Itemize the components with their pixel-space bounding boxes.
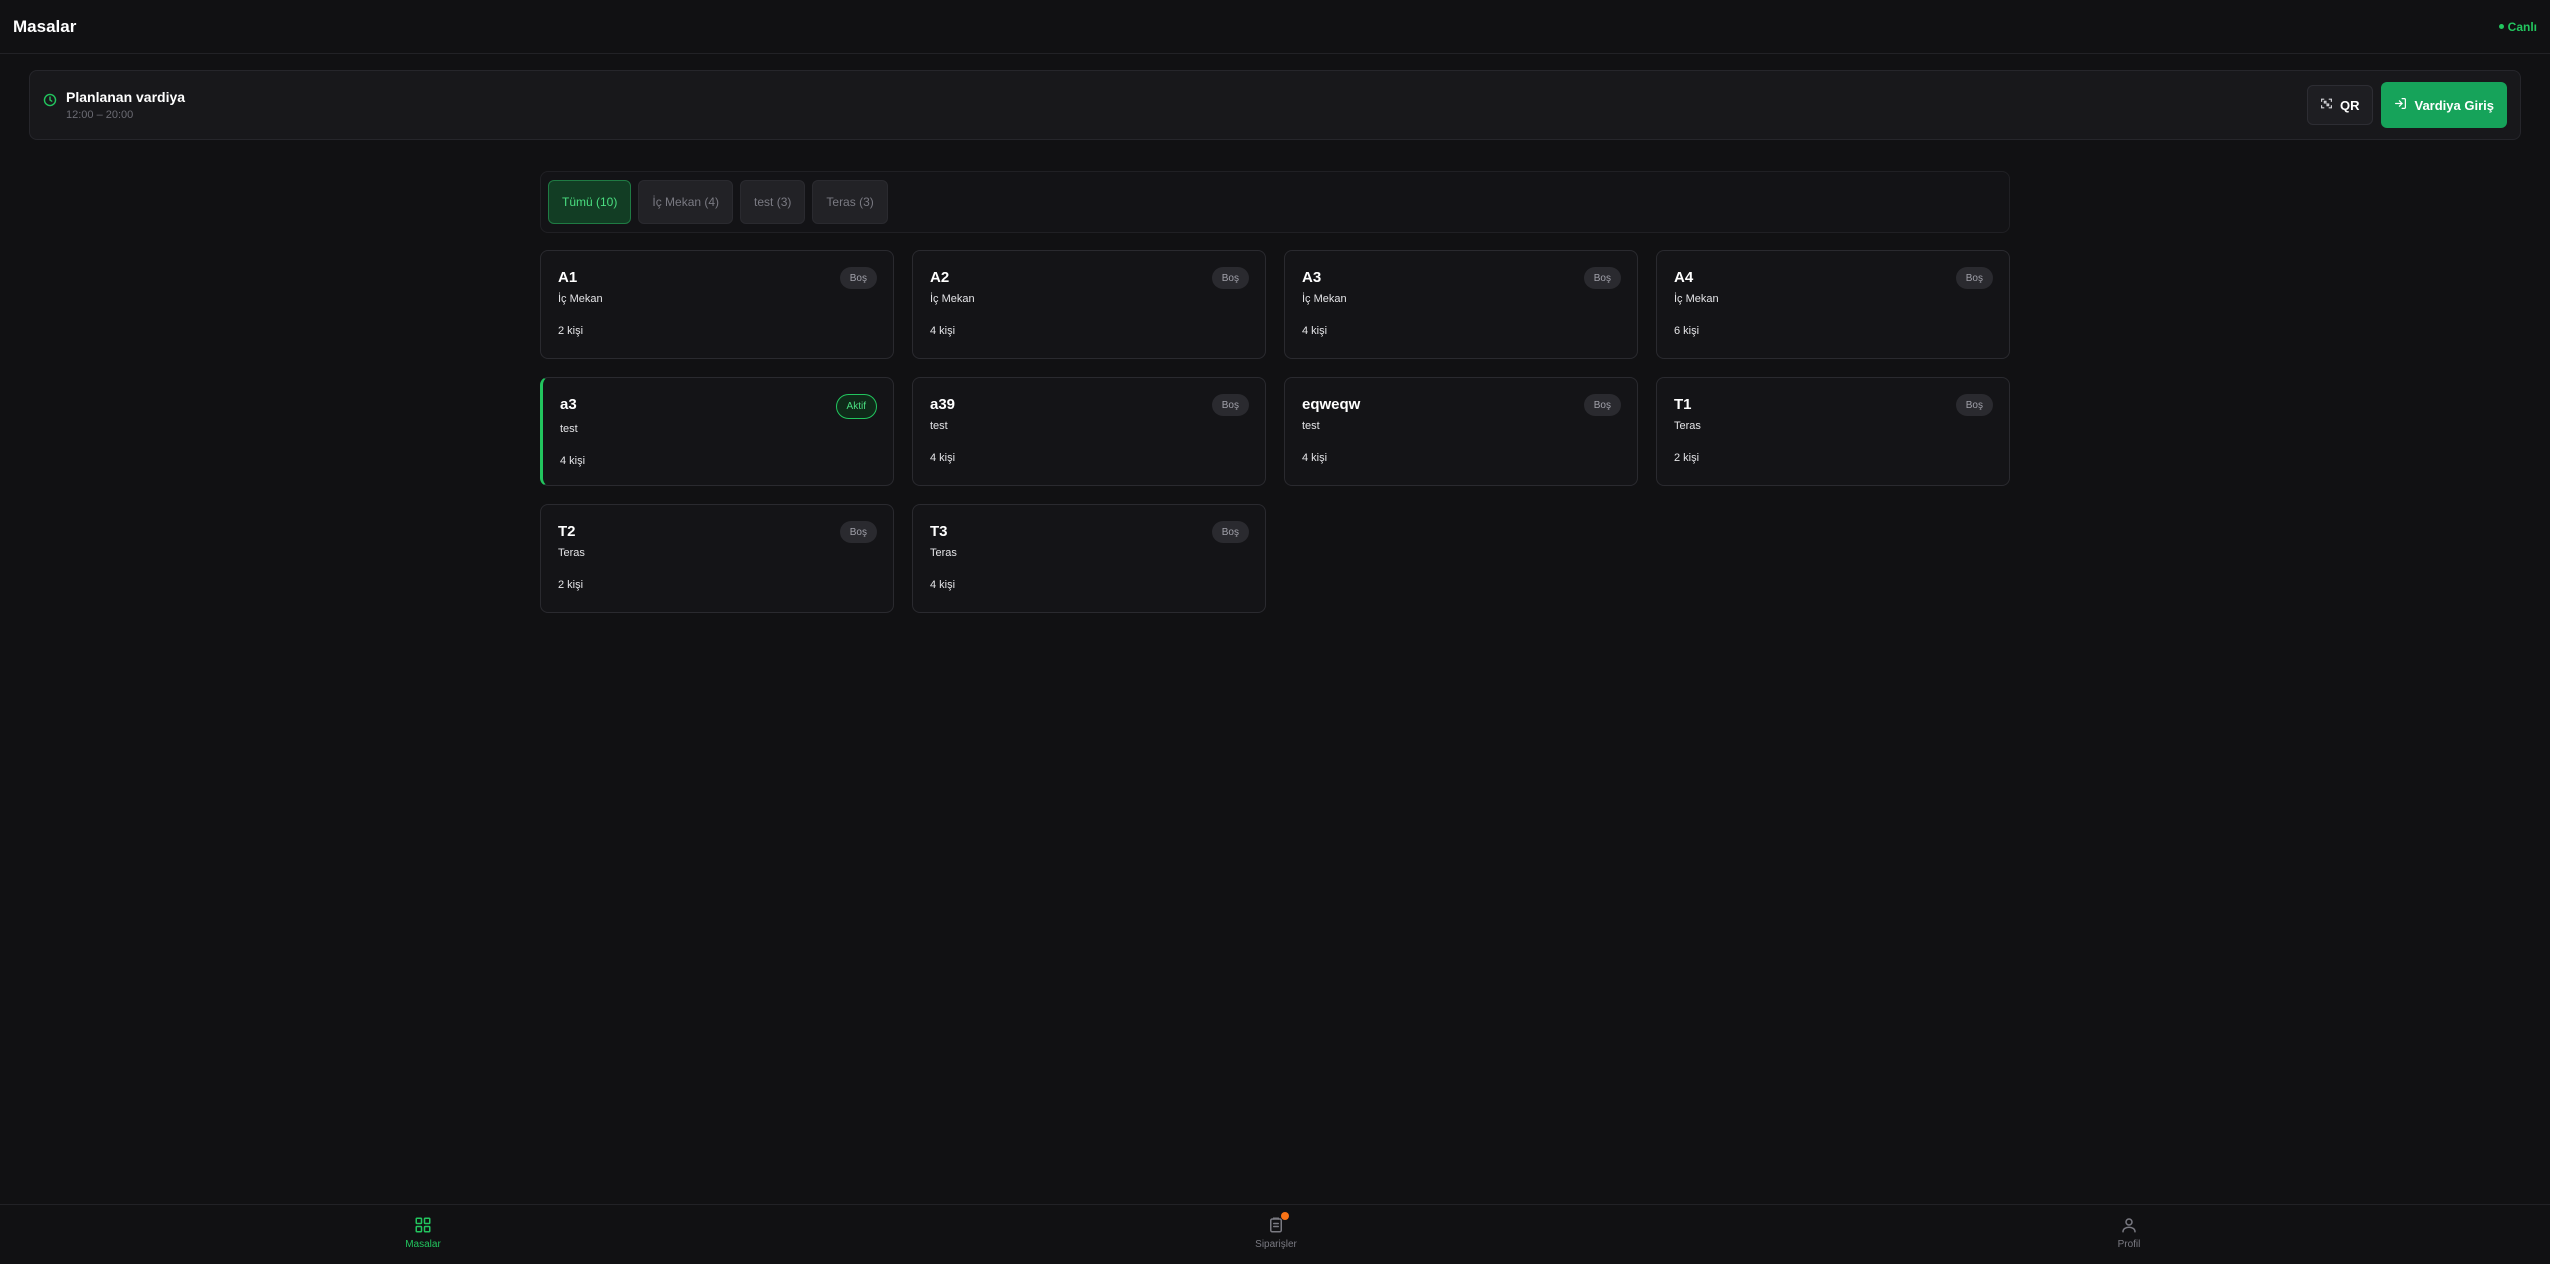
table-capacity: 4 kişi — [560, 455, 586, 467]
table-card-a2[interactable]: A2 Boş İç Mekan 4 kişi — [912, 250, 1266, 359]
table-capacity: 4 kişi — [1302, 452, 1328, 464]
nav-tables-label: Masalar — [405, 1239, 441, 1250]
table-card-a4[interactable]: A4 Boş İç Mekan 6 kişi — [1656, 250, 2010, 359]
table-zone: İç Mekan — [558, 293, 603, 305]
clipboard-icon — [1267, 1212, 1289, 1234]
shift-enter-button[interactable]: Vardiya Giriş — [2380, 82, 2507, 128]
status-badge: Boş — [1211, 267, 1249, 289]
table-name: a39 — [930, 396, 956, 413]
status-badge: Aktif — [835, 394, 877, 419]
filter-chip-teras[interactable]: Teras (3) — [812, 180, 888, 224]
shift-title: Planlanan vardiya — [66, 89, 186, 105]
tables-grid: A1 Boş İç Mekan 2 kişi A2 Boş İç Mekan 4 k… — [540, 250, 2010, 613]
qr-scan-icon — [2320, 97, 2333, 113]
table-capacity: 4 kişi — [1302, 325, 1328, 337]
clock-icon — [43, 93, 57, 112]
table-zone: İç Mekan — [1302, 293, 1347, 305]
zone-filter-bar: Tümü (10) İç Mekan (4) test (3) Teras (3… — [540, 171, 2010, 233]
shift-panel: Planlanan vardiya 12:00 – 20:00 QR Vardi… — [29, 70, 2521, 140]
table-name: A4 — [1674, 269, 1694, 286]
table-card-t2[interactable]: T2 Boş Teras 2 kişi — [540, 504, 894, 613]
table-zone: test — [930, 420, 948, 432]
nav-tab-tables[interactable]: Masalar — [363, 1216, 483, 1250]
table-zone: İç Mekan — [930, 293, 975, 305]
user-icon — [2120, 1216, 2138, 1234]
table-card-a39[interactable]: a39 Boş test 4 kişi — [912, 377, 1266, 486]
table-zone: Teras — [558, 547, 585, 559]
table-capacity: 4 kişi — [930, 579, 956, 591]
qr-button-label: QR — [2340, 97, 2360, 113]
filter-chip-ic-mekan[interactable]: İç Mekan (4) — [638, 180, 734, 224]
table-name: A2 — [930, 269, 950, 286]
grid-icon — [414, 1216, 432, 1234]
nav-tab-profile[interactable]: Profil — [2069, 1216, 2189, 1250]
status-badge: Boş — [1955, 394, 1993, 416]
qr-button[interactable]: QR — [2307, 85, 2373, 125]
nav-tab-orders[interactable]: Siparişler — [1216, 1212, 1336, 1250]
table-name: T2 — [558, 523, 576, 540]
table-capacity: 2 kişi — [558, 579, 584, 591]
nav-profile-label: Profil — [2117, 1239, 2141, 1250]
live-dot-icon — [2498, 24, 2504, 29]
live-label: Canlı — [2507, 19, 2537, 34]
status-badge: Boş — [839, 267, 877, 289]
table-card-a3-upper[interactable]: A3 Boş İç Mekan 4 kişi — [1284, 250, 1638, 359]
top-bar: Masalar Canlı — [0, 0, 2550, 54]
login-icon — [2394, 97, 2407, 113]
shift-time: 12:00 – 20:00 — [66, 109, 134, 121]
table-capacity: 4 kişi — [930, 325, 956, 337]
table-card-a1[interactable]: A1 Boş İç Mekan 2 kişi — [540, 250, 894, 359]
table-name: a3 — [560, 396, 577, 413]
page-title: Masalar — [13, 16, 77, 36]
filter-chip-all[interactable]: Tümü (10) — [548, 180, 632, 224]
table-capacity: 2 kişi — [1674, 452, 1700, 464]
status-badge: Boş — [1955, 267, 1993, 289]
nav-orders-label: Siparişler — [1255, 1239, 1297, 1250]
table-card-a3-active[interactable]: a3 Aktif test 4 kişi — [540, 377, 894, 486]
shift-actions: QR Vardiya Giriş — [2307, 82, 2507, 128]
table-zone: test — [560, 423, 578, 435]
table-name: eqweqw — [1302, 396, 1361, 413]
table-name: T3 — [930, 523, 948, 540]
table-card-eqweqw[interactable]: eqweqw Boş test 4 kişi — [1284, 377, 1638, 486]
table-capacity: 2 kişi — [558, 325, 584, 337]
status-badge: Boş — [1583, 394, 1621, 416]
status-badge: Boş — [1211, 521, 1249, 543]
filter-chip-test[interactable]: test (3) — [740, 180, 806, 224]
table-card-t3[interactable]: T3 Boş Teras 4 kişi — [912, 504, 1266, 613]
notification-dot — [1281, 1212, 1289, 1220]
table-name: A1 — [558, 269, 578, 286]
live-indicator: Canlı — [2498, 19, 2537, 34]
table-zone: Teras — [1674, 420, 1701, 432]
status-badge: Boş — [1583, 267, 1621, 289]
bottom-nav: Masalar Siparişler Profil — [0, 1204, 2550, 1264]
shift-info: Planlanan vardiya 12:00 – 20:00 — [43, 89, 185, 121]
status-badge: Boş — [839, 521, 877, 543]
shift-enter-label: Vardiya Giriş — [2414, 97, 2495, 113]
table-zone: test — [1302, 420, 1320, 432]
table-zone: Teras — [930, 547, 957, 559]
table-name: T1 — [1674, 396, 1692, 413]
status-badge: Boş — [1211, 394, 1249, 416]
table-capacity: 6 kişi — [1674, 325, 1700, 337]
table-capacity: 4 kişi — [930, 452, 956, 464]
table-zone: İç Mekan — [1674, 293, 1719, 305]
table-name: A3 — [1302, 269, 1322, 286]
table-card-t1[interactable]: T1 Boş Teras 2 kişi — [1656, 377, 2010, 486]
